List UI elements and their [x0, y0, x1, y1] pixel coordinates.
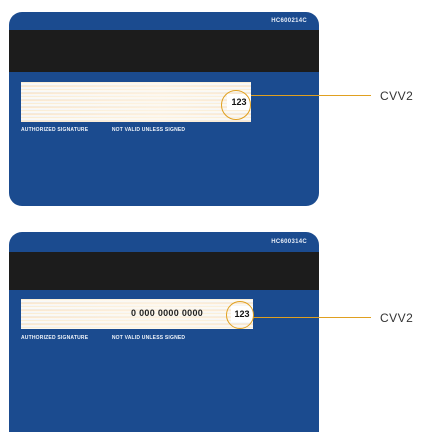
magnetic-stripe [9, 252, 319, 290]
card-back-1: HC600214C 123 AUTHORIZED SIGNATURE NOT V… [9, 12, 319, 206]
signature-labels: AUTHORIZED SIGNATURE NOT VALID UNLESS SI… [21, 127, 207, 133]
magnetic-stripe [9, 30, 319, 72]
callout-line [251, 95, 371, 96]
callout-line [253, 317, 371, 318]
card-back-2: HC600314C 0 000 0000 0000 123 AUTHORIZED… [9, 232, 319, 432]
not-valid-label: NOT VALID UNLESS SIGNED [111, 335, 186, 341]
cvv-highlight-circle [226, 301, 254, 329]
authorized-signature-label: AUTHORIZED SIGNATURE [21, 127, 89, 133]
signature-labels: AUTHORIZED SIGNATURE NOT VALID UNLESS SI… [21, 335, 207, 341]
authorized-signature-label: AUTHORIZED SIGNATURE [21, 335, 89, 341]
card-number-digits: 0 000 0000 0000 [131, 308, 204, 318]
signature-panel: 123 [21, 82, 251, 122]
signature-panel: 0 000 0000 0000 123 [21, 299, 253, 329]
cvv2-callout: CVV2 [380, 311, 414, 325]
cvv2-callout: CVV2 [380, 89, 414, 103]
card-code: HC600214C [271, 18, 307, 24]
not-valid-label: NOT VALID UNLESS SIGNED [111, 127, 186, 133]
card-code: HC600314C [271, 239, 307, 245]
cvv-highlight-circle [221, 90, 251, 120]
